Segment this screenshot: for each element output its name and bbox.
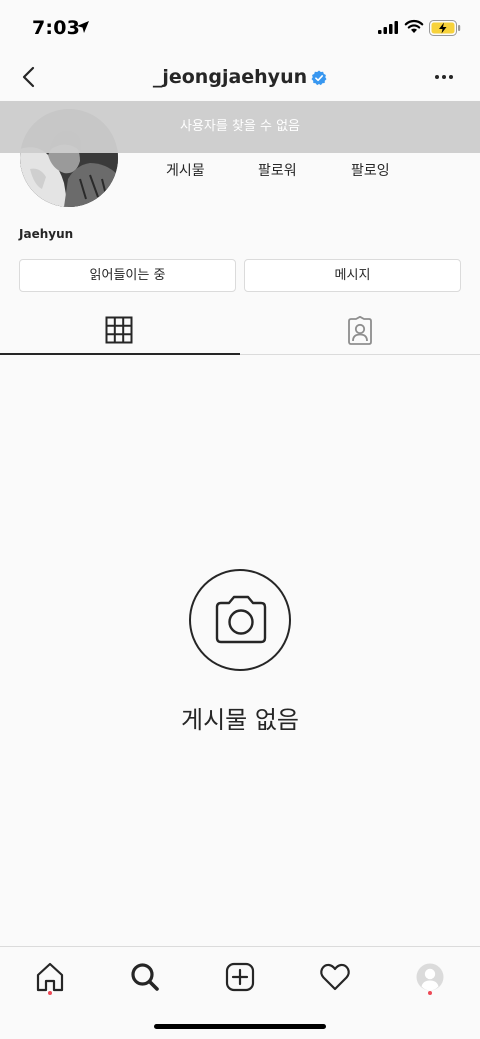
user-not-found-banner: 사용자를 찾을 수 없음 xyxy=(0,101,480,153)
verified-badge-icon xyxy=(311,70,327,86)
home-indicator xyxy=(154,1024,326,1029)
profile-header-bar: _jeongjaehyun xyxy=(0,56,480,100)
empty-posts-camera-circle xyxy=(189,569,291,671)
grid-icon xyxy=(105,316,133,344)
tagged-icon xyxy=(348,316,372,345)
search-icon[interactable] xyxy=(127,959,163,995)
tab-grid[interactable] xyxy=(0,307,240,355)
home-notification-dot xyxy=(48,991,52,995)
camera-icon xyxy=(215,595,267,644)
profile-tabs xyxy=(0,307,480,355)
username-title: _jeongjaehyun xyxy=(0,66,480,88)
profile-notification-dot xyxy=(428,991,432,995)
wifi-icon xyxy=(404,19,424,33)
profile-tab[interactable] xyxy=(412,959,448,995)
follow-loading-button[interactable]: 읽어들이는 중 xyxy=(19,259,236,292)
add-icon[interactable] xyxy=(222,959,258,995)
heart-icon[interactable] xyxy=(317,959,353,995)
stat-followers-label[interactable]: 팔로워 xyxy=(258,160,297,180)
tab-tagged[interactable] xyxy=(240,307,480,355)
stat-posts-label[interactable]: 게시물 xyxy=(166,160,205,180)
status-bar: 7:03 xyxy=(0,0,480,56)
status-time: 7:03 xyxy=(32,17,81,39)
battery-icon xyxy=(429,20,461,36)
message-button[interactable]: 메시지 xyxy=(244,259,461,292)
profile-avatar-icon xyxy=(416,963,444,991)
location-arrow-icon xyxy=(77,21,89,33)
home-icon[interactable] xyxy=(32,959,68,995)
username: _jeongjaehyun xyxy=(152,66,308,88)
stat-following-label[interactable]: 팔로잉 xyxy=(351,160,390,180)
cellular-signal-icon xyxy=(378,21,398,34)
empty-posts-text: 게시물 없음 xyxy=(180,706,300,734)
more-icon[interactable] xyxy=(434,73,454,81)
display-name: Jaehyun xyxy=(19,227,74,241)
